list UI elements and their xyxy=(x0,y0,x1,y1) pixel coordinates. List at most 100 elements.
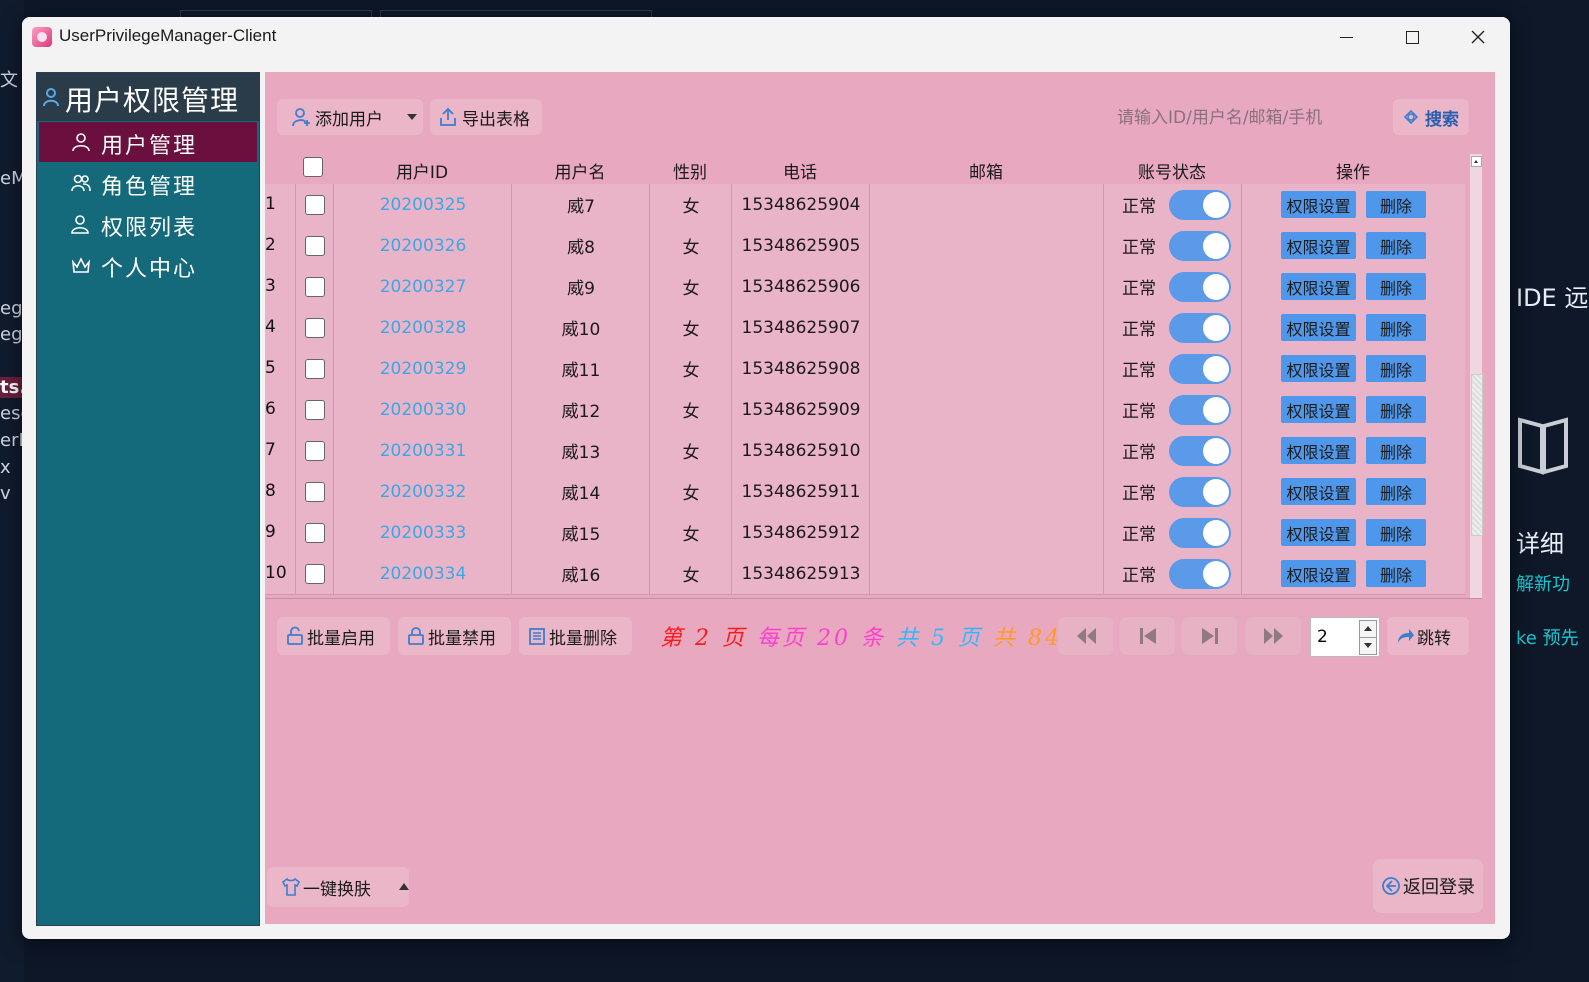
status-toggle[interactable] xyxy=(1169,477,1231,507)
sidebar-item-permission-list[interactable]: 权限列表 xyxy=(39,204,257,244)
permission-settings-button[interactable]: 权限设置 xyxy=(1281,478,1356,505)
row-checkbox[interactable] xyxy=(295,471,334,512)
delete-button[interactable]: 删除 xyxy=(1366,519,1426,546)
row-checkbox[interactable] xyxy=(295,430,334,471)
permission-settings-button[interactable]: 权限设置 xyxy=(1281,396,1356,423)
maximize-icon xyxy=(1405,30,1419,44)
first-page-button[interactable] xyxy=(1058,617,1113,655)
delete-button[interactable]: 删除 xyxy=(1366,355,1426,382)
sidebar-item-user-management[interactable]: 用户管理 xyxy=(39,122,257,162)
permission-settings-button[interactable]: 权限设置 xyxy=(1281,560,1356,587)
sidebar-item-label: 个人中心 xyxy=(101,257,198,282)
status-toggle[interactable] xyxy=(1169,231,1231,261)
row-checkbox[interactable] xyxy=(295,225,334,266)
checkbox-box[interactable] xyxy=(305,235,325,256)
user-id-cell[interactable]: 20200330 xyxy=(333,389,512,430)
row-checkbox[interactable] xyxy=(295,307,334,348)
checkbox-box[interactable] xyxy=(305,358,325,379)
maximize-button[interactable] xyxy=(1380,17,1444,57)
sidebar-item-personal-center[interactable]: 个人中心 xyxy=(39,245,257,285)
status-toggle[interactable] xyxy=(1169,436,1231,466)
user-id-cell[interactable]: 20200327 xyxy=(333,266,512,307)
user-id-cell[interactable]: 20200332 xyxy=(333,471,512,512)
prev-page-button[interactable] xyxy=(1120,617,1175,655)
row-checkbox[interactable] xyxy=(295,553,334,594)
page-number-input[interactable] xyxy=(1315,624,1359,650)
user-id-cell[interactable]: 20200325 xyxy=(333,184,512,225)
checkbox-box[interactable] xyxy=(303,157,323,177)
email-cell xyxy=(869,512,1104,553)
checkbox-box[interactable] xyxy=(305,563,325,584)
status-toggle[interactable] xyxy=(1169,518,1231,548)
search-input[interactable] xyxy=(1115,98,1379,138)
next-page-button[interactable] xyxy=(1182,617,1237,655)
delete-button[interactable]: 删除 xyxy=(1366,478,1426,505)
last-page-button[interactable] xyxy=(1246,617,1301,655)
row-checkbox[interactable] xyxy=(295,184,334,225)
delete-button[interactable]: 删除 xyxy=(1366,232,1426,259)
table-row: 10 20200334 威16 女 15348625913 正常 权限设置 删除 xyxy=(265,553,1465,595)
search-button[interactable]: 搜索 xyxy=(1393,99,1469,135)
status-toggle[interactable] xyxy=(1169,354,1231,384)
user-id-cell[interactable]: 20200329 xyxy=(333,348,512,389)
title-bar[interactable]: UserPrivilegeManager-Client xyxy=(22,17,1510,57)
delete-button[interactable]: 删除 xyxy=(1366,314,1426,341)
step-forward-icon xyxy=(1201,628,1218,644)
jump-button[interactable]: 跳转 xyxy=(1387,617,1469,655)
user-id-cell[interactable]: 20200326 xyxy=(333,225,512,266)
add-user-button[interactable]: 添加用户 xyxy=(277,99,423,135)
checkbox-box[interactable] xyxy=(305,399,325,420)
status-toggle[interactable] xyxy=(1169,272,1231,302)
batch-disable-button[interactable]: 批量禁用 xyxy=(398,617,511,655)
delete-button[interactable]: 删除 xyxy=(1366,437,1426,464)
checkbox-box[interactable] xyxy=(305,440,325,461)
permission-settings-button[interactable]: 权限设置 xyxy=(1281,437,1356,464)
row-checkbox[interactable] xyxy=(295,266,334,307)
delete-button[interactable]: 删除 xyxy=(1366,273,1426,300)
batch-enable-button[interactable]: 批量启用 xyxy=(277,617,390,655)
minimize-button[interactable] xyxy=(1314,17,1378,57)
delete-button[interactable]: 删除 xyxy=(1366,396,1426,423)
batch-delete-button[interactable]: 批量删除 xyxy=(519,617,632,655)
page-number-spinner[interactable] xyxy=(1310,617,1380,657)
delete-button[interactable]: 删除 xyxy=(1366,560,1426,587)
status-toggle[interactable] xyxy=(1169,395,1231,425)
status-toggle[interactable] xyxy=(1169,313,1231,343)
checkbox-box[interactable] xyxy=(305,522,325,543)
user-id-cell[interactable]: 20200328 xyxy=(333,307,512,348)
permission-settings-button[interactable]: 权限设置 xyxy=(1281,519,1356,546)
delete-button[interactable]: 删除 xyxy=(1366,191,1426,218)
status-toggle[interactable] xyxy=(1169,559,1231,589)
permission-settings-button[interactable]: 权限设置 xyxy=(1281,273,1356,300)
row-checkbox[interactable] xyxy=(295,512,334,553)
scroll-up-icon[interactable] xyxy=(1471,156,1482,167)
back-to-login-button[interactable]: 返回登录 xyxy=(1373,859,1483,913)
table-row: 7 20200331 威13 女 15348625910 正常 权限设置 删除 xyxy=(265,430,1465,472)
spin-up-icon[interactable] xyxy=(1359,620,1377,638)
permission-settings-button[interactable]: 权限设置 xyxy=(1281,232,1356,259)
checkbox-box[interactable] xyxy=(305,194,325,215)
checkbox-box[interactable] xyxy=(305,276,325,297)
checkbox-box[interactable] xyxy=(305,317,325,338)
checkbox-box[interactable] xyxy=(305,481,325,502)
sidebar-item-role-management[interactable]: 角色管理 xyxy=(39,163,257,203)
permission-settings-button[interactable]: 权限设置 xyxy=(1281,355,1356,382)
spin-down-icon[interactable] xyxy=(1359,637,1377,655)
table-scrollbar[interactable] xyxy=(1470,154,1483,598)
status-toggle[interactable] xyxy=(1169,190,1231,220)
select-all-checkbox[interactable] xyxy=(303,157,323,177)
user-id-cell[interactable]: 20200331 xyxy=(333,430,512,471)
row-checkbox[interactable] xyxy=(295,389,334,430)
gender-cell: 女 xyxy=(649,512,732,553)
permission-settings-button[interactable]: 权限设置 xyxy=(1281,314,1356,341)
close-button[interactable] xyxy=(1446,17,1510,57)
user-id-cell[interactable]: 20200334 xyxy=(333,553,512,594)
permission-settings-button[interactable]: 权限设置 xyxy=(1281,191,1356,218)
chevron-up-icon[interactable] xyxy=(399,883,409,890)
chevron-down-icon[interactable] xyxy=(407,114,417,120)
export-table-button[interactable]: 导出表格 xyxy=(430,99,542,135)
row-checkbox[interactable] xyxy=(295,348,334,389)
scroll-thumb[interactable] xyxy=(1471,374,1483,536)
change-skin-button[interactable]: 一键换肤 xyxy=(267,867,409,907)
user-id-cell[interactable]: 20200333 xyxy=(333,512,512,553)
